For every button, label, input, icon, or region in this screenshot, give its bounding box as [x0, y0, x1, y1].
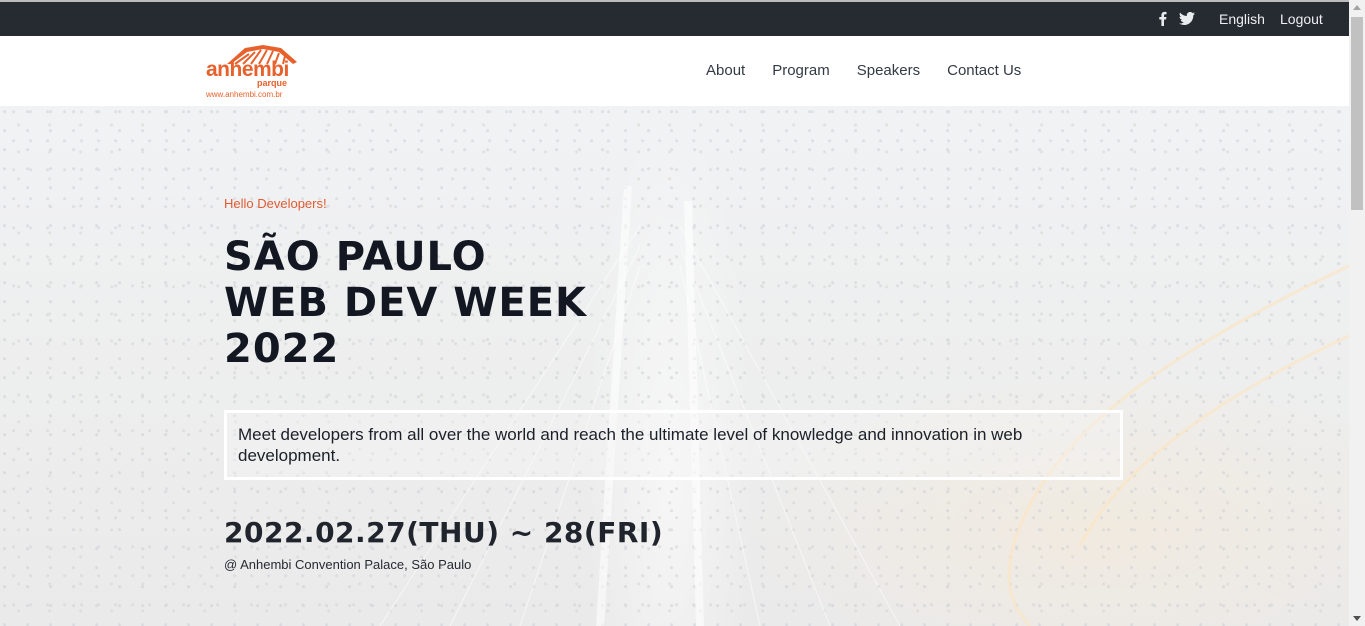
nav-item-program[interactable]: Program	[772, 62, 830, 79]
title-line-2: WEB DEV WEEK	[224, 280, 588, 326]
bridge-illustration	[379, 185, 1349, 626]
scroll-up-arrow-icon[interactable]	[1353, 5, 1361, 10]
event-date: 2022.02.27(THU) ~ 28(FRI)	[224, 516, 664, 549]
nav-item-about[interactable]: About	[706, 62, 745, 79]
event-title: SÃO PAULO WEB DEV WEEK 2022	[224, 234, 644, 372]
event-venue: @ Anhembi Convention Palace, São Paulo	[224, 557, 472, 572]
twitter-icon[interactable]	[1179, 12, 1195, 25]
nav-item-contact-us[interactable]: Contact Us	[947, 62, 1021, 79]
scrollbar-thumb[interactable]	[1351, 17, 1363, 210]
description-box: Meet developers from all over the world …	[224, 410, 1123, 480]
facebook-icon[interactable]	[1158, 11, 1167, 26]
logo-url-text: www.anhembi.com.br	[206, 90, 283, 99]
description-text: Meet developers from all over the world …	[238, 425, 1023, 465]
logout-link[interactable]: Logout	[1280, 11, 1323, 27]
title-line-1: SÃO PAULO	[224, 234, 487, 280]
greeting-text: Hello Developers!	[224, 196, 327, 211]
vertical-scrollbar[interactable]	[1349, 0, 1365, 626]
language-selector[interactable]: English	[1219, 11, 1265, 27]
anhembi-logo[interactable]: anhembi parque www.anhembi.com.br	[205, 44, 300, 100]
site-header: anhembi parque www.anhembi.com.br About …	[0, 36, 1349, 106]
hero-section: Hello Developers! SÃO PAULO WEB DEV WEEK…	[0, 106, 1349, 626]
main-nav: About Program Speakers Contact Us	[706, 62, 1048, 79]
title-line-3: 2022	[224, 326, 340, 372]
logo-sub-text: parque	[257, 78, 288, 88]
nav-item-speakers[interactable]: Speakers	[857, 62, 920, 79]
top-utility-bar: English Logout	[0, 0, 1349, 36]
scroll-down-arrow-icon[interactable]	[1353, 616, 1361, 621]
social-links	[1158, 11, 1195, 26]
